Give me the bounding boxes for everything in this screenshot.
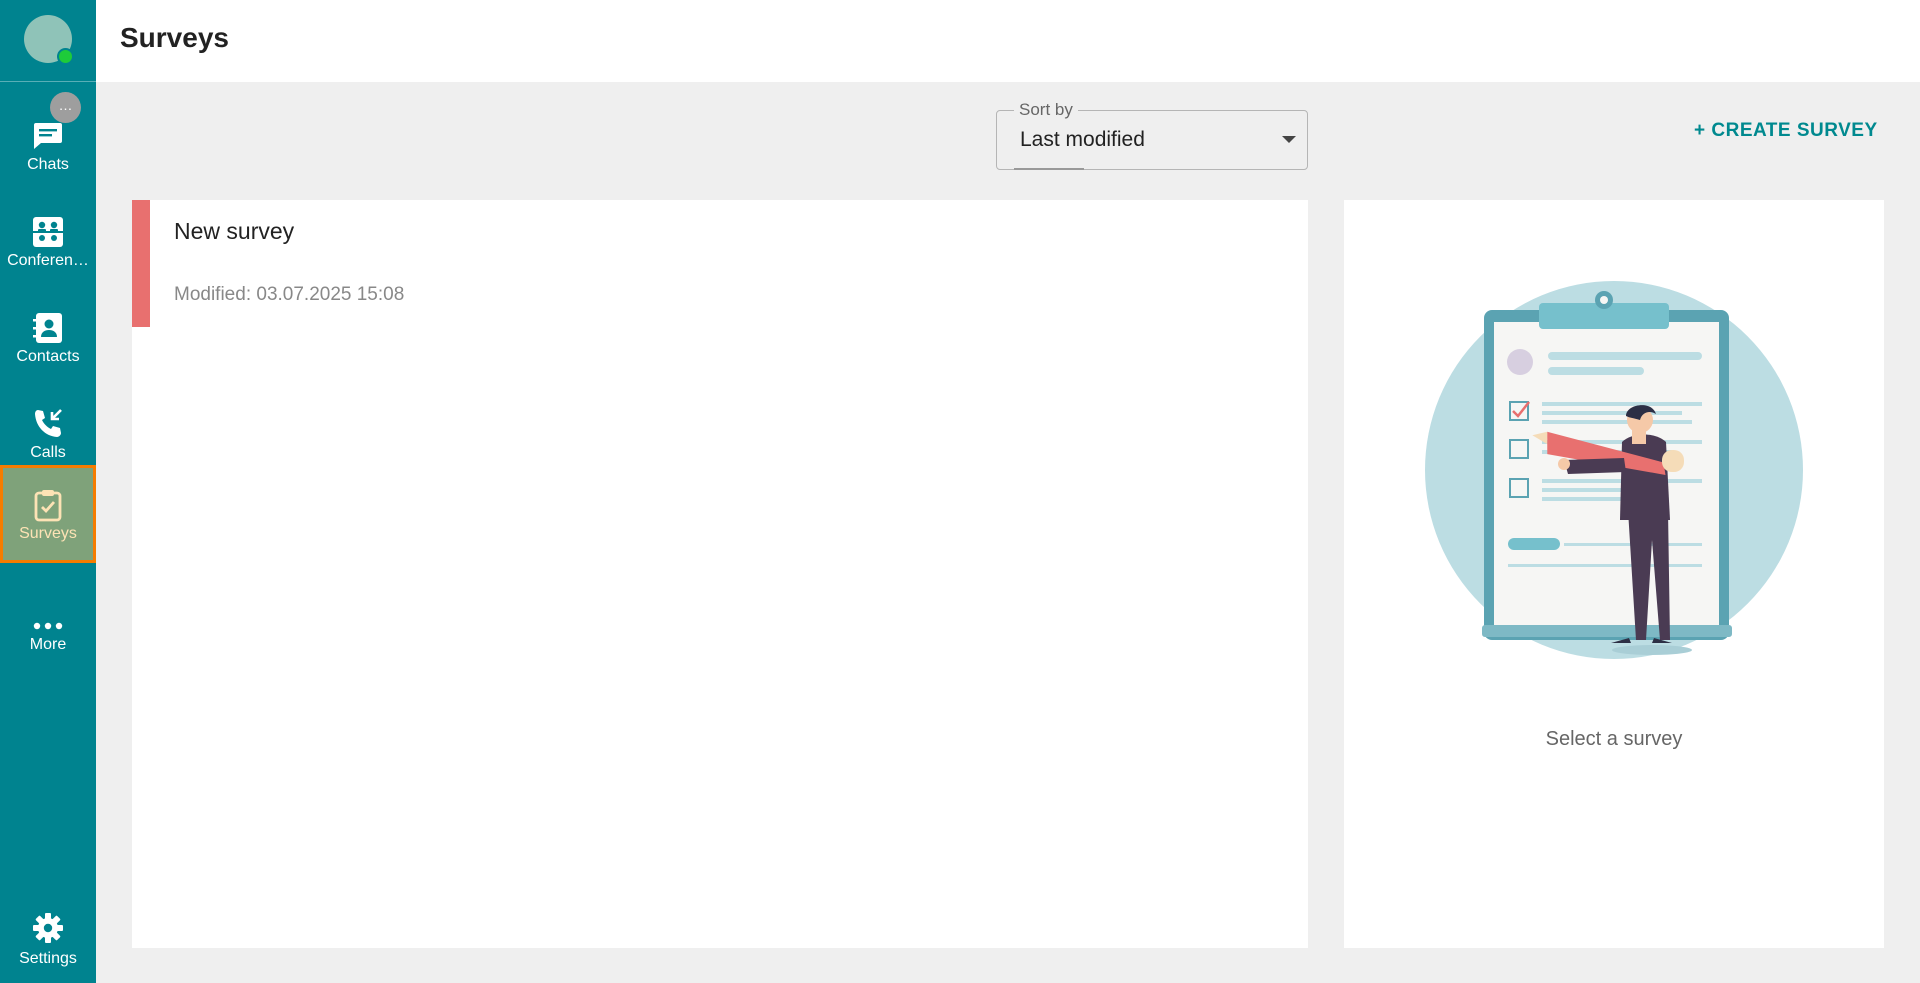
sidebar-item-more[interactable]: More: [0, 576, 96, 672]
conference-icon: [33, 217, 63, 247]
sidebar-item-label: More: [29, 636, 67, 653]
sidebar-item-label: Contacts: [16, 348, 80, 365]
sidebar-item-label: Conferen…: [7, 252, 89, 269]
sort-label: Sort by: [1014, 100, 1078, 120]
more-dots-icon: [33, 622, 63, 630]
sidebar-item-chats[interactable]: Chats: [0, 96, 96, 192]
chevron-down-icon[interactable]: [1282, 136, 1296, 143]
sidebar-item-label: Calls: [30, 444, 66, 461]
chats-unread-badge: …: [50, 92, 81, 123]
survey-detail-panel: Select a survey: [1344, 200, 1884, 948]
user-avatar-area[interactable]: [0, 0, 96, 82]
sidebar-item-settings[interactable]: Settings: [0, 900, 96, 983]
calls-icon: [35, 409, 62, 437]
page-header: Surveys: [96, 0, 1920, 82]
sidebar: Chats … Conferen… Contacts Calls Surveys…: [0, 0, 96, 983]
chat-icon: [34, 123, 62, 149]
clipboard-illustration: [1425, 281, 1803, 659]
list-item[interactable]: New survey Modified: 03.07.2025 15:08: [132, 200, 1308, 327]
sort-selected-value[interactable]: Last modified: [1020, 128, 1145, 152]
sort-underline: [1014, 168, 1084, 170]
survey-status-stripe: [132, 200, 150, 327]
empty-state-text: Select a survey: [1545, 728, 1683, 750]
presence-online-indicator: [57, 48, 74, 65]
sidebar-item-label: Settings: [19, 950, 77, 967]
sidebar-item-surveys[interactable]: Surveys: [0, 465, 96, 563]
survey-clipboard-icon: [34, 490, 62, 522]
gear-icon: [33, 913, 63, 943]
sidebar-item-contacts[interactable]: Contacts: [0, 288, 96, 384]
create-survey-button[interactable]: + CREATE SURVEY: [1694, 120, 1878, 142]
sidebar-item-conferences[interactable]: Conferen…: [0, 192, 96, 288]
sidebar-item-label: Surveys: [19, 525, 77, 542]
survey-modified-date: Modified: 03.07.2025 15:08: [174, 284, 405, 305]
survey-name: New survey: [174, 218, 295, 244]
contacts-icon: [33, 313, 62, 343]
survey-list: New survey Modified: 03.07.2025 15:08: [132, 200, 1308, 948]
sidebar-item-label: Chats: [27, 156, 69, 173]
page-title: Surveys: [120, 22, 229, 53]
